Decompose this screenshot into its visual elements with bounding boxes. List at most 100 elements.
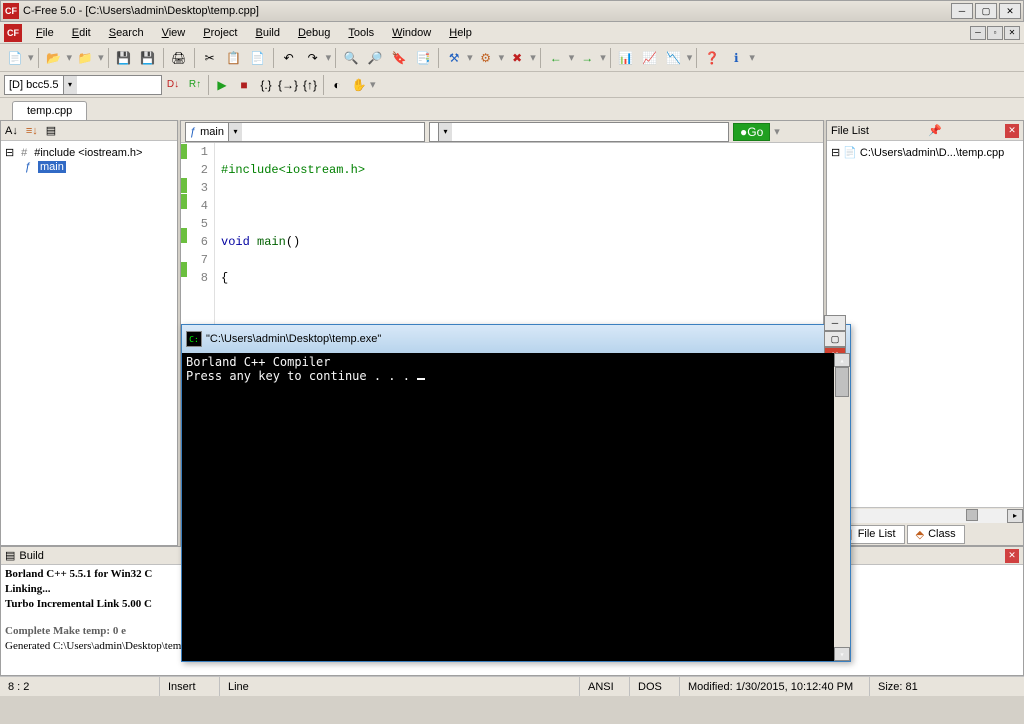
forward-button[interactable]: → (576, 47, 598, 69)
console-icon: C: (186, 331, 202, 347)
mdi-close-button[interactable]: ✕ (1004, 26, 1020, 40)
tree-main[interactable]: ƒ main (5, 160, 173, 174)
tab-temp-cpp[interactable]: temp.cpp (12, 101, 87, 120)
function-icon: ƒ (21, 161, 35, 173)
debug-toolbar: [D] bcc5.5 ▾ D↓ R↑ ▶ ■ {.} {→} {↑} ◐ ✋ ▾ (0, 72, 1024, 98)
status-insert: Insert (160, 677, 220, 696)
rebuild-button[interactable]: ⚙ (475, 47, 497, 69)
mdi-minimize-button[interactable]: ─ (970, 26, 986, 40)
release-config-button[interactable]: R↑ (184, 74, 206, 96)
pin-icon[interactable]: 📌 (928, 124, 942, 137)
print-button[interactable]: 🖨 (168, 47, 190, 69)
menu-debug[interactable]: Debug (290, 25, 338, 41)
close-button[interactable]: ✕ (999, 3, 1021, 19)
menu-file[interactable]: FFileile (28, 25, 62, 41)
console-output[interactable]: Borland C++ Compiler Press any key to co… (182, 353, 850, 661)
file-list-title: File List (831, 125, 869, 137)
file-icon: 📄 (843, 146, 857, 159)
app-titlebar: CF C-Free 5.0 - [C:\Users\admin\Desktop\… (0, 0, 1024, 22)
menu-help[interactable]: Help (441, 25, 480, 41)
scroll-down-button[interactable]: ▾ (834, 647, 850, 661)
tree-include[interactable]: ⊟ # #include <iostream.h> (5, 145, 173, 160)
file-row[interactable]: ⊟ 📄 C:\Users\admin\D...\temp.cpp (831, 145, 1019, 160)
class-icon: ⬘ (916, 528, 924, 541)
symbol-nav: ƒ main ▾ ▾ ● Go ▾ (181, 121, 823, 143)
tool1-button[interactable]: 📊 (615, 47, 637, 69)
include-label: #include <iostream.h> (34, 147, 142, 159)
status-position: 8 : 2 (0, 677, 160, 696)
mdi-restore-button[interactable]: ▫ (987, 26, 1003, 40)
clean-button[interactable]: ✖ (506, 47, 528, 69)
menu-view[interactable]: View (154, 25, 194, 41)
menubar: CF FFileile Edit Search View Project Bui… (0, 22, 1024, 44)
doc-icon: CF (4, 24, 22, 42)
bookmark-button[interactable]: 🔖 (388, 47, 410, 69)
console-title-text: "C:\Users\admin\Desktop\temp.exe" (206, 333, 381, 345)
find-files-button[interactable]: 🔎 (364, 47, 386, 69)
close-build-button[interactable]: ✕ (1005, 549, 1019, 563)
help-button[interactable]: ❓ (701, 47, 723, 69)
tab-class[interactable]: ⬘ Class (907, 525, 965, 544)
status-size: Size: 81 (870, 677, 1024, 696)
run-button[interactable]: ▶ (211, 74, 233, 96)
dropdown-icon: ▾ (63, 76, 77, 94)
collapse-icon: ⊟ (5, 146, 14, 159)
goto-button[interactable]: 📑 (412, 47, 434, 69)
sort-az-icon[interactable]: A↓ (5, 125, 18, 137)
find-button[interactable]: 🔍 (340, 47, 362, 69)
debug-config-button[interactable]: D↓ (162, 74, 184, 96)
save-all-button[interactable]: 💾 (137, 47, 159, 69)
nav-combo2[interactable]: ▾ (429, 122, 729, 142)
file-path: C:\Users\admin\D...\temp.cpp (860, 147, 1004, 159)
step-into-button[interactable]: {.} (255, 74, 277, 96)
app-icon: CF (3, 3, 19, 19)
step-over-button[interactable]: {→} (277, 74, 299, 96)
save-button[interactable]: 💾 (113, 47, 135, 69)
open-button[interactable]: 📂 (43, 47, 65, 69)
cut-button[interactable]: ✂ (199, 47, 221, 69)
h-scrollbar[interactable]: ◂ ▸ (827, 507, 1023, 523)
right-panel-tabs: 📋 File List ⬘ Class (827, 523, 1023, 545)
breakpoint-button[interactable]: ◐ (326, 74, 348, 96)
about-button[interactable]: ℹ (725, 47, 747, 69)
build-button[interactable]: ⚒ (443, 47, 465, 69)
tree-view-icon[interactable]: ▤ (46, 124, 56, 137)
back-button[interactable]: ← (545, 47, 567, 69)
undo-button[interactable]: ↶ (278, 47, 300, 69)
menu-project[interactable]: Project (195, 25, 245, 41)
status-encoding: ANSI (580, 677, 630, 696)
step-out-button[interactable]: {↑} (299, 74, 321, 96)
scroll-up-button[interactable]: ▴ (834, 353, 850, 367)
close-panel-button[interactable]: ✕ (1005, 124, 1019, 138)
go-button[interactable]: ● Go (733, 123, 770, 141)
open-project-button[interactable]: 📁 (74, 47, 96, 69)
menu-edit[interactable]: Edit (64, 25, 99, 41)
menu-window[interactable]: Window (384, 25, 439, 41)
minimize-button[interactable]: ─ (951, 3, 973, 19)
compiler-combo[interactable]: [D] bcc5.5 ▾ (4, 75, 162, 95)
paste-button[interactable]: 📄 (247, 47, 269, 69)
menu-build[interactable]: Build (248, 25, 288, 41)
menu-search[interactable]: Search (101, 25, 152, 41)
console-window[interactable]: C: "C:\Users\admin\Desktop\temp.exe" ─ ▢… (181, 324, 851, 662)
tool3-button[interactable]: 📉 (663, 47, 685, 69)
console-scrollbar[interactable]: ▴ ▾ (834, 353, 850, 661)
pause-button[interactable]: ✋ (348, 74, 370, 96)
console-maximize-button[interactable]: ▢ (824, 331, 846, 347)
console-titlebar[interactable]: C: "C:\Users\admin\Desktop\temp.exe" ─ ▢… (182, 325, 850, 353)
maximize-button[interactable]: ▢ (975, 3, 997, 19)
symbol-combo[interactable]: ƒ main ▾ (185, 122, 425, 142)
redo-button[interactable]: ↷ (302, 47, 324, 69)
tool2-button[interactable]: 📈 (639, 47, 661, 69)
console-minimize-button[interactable]: ─ (824, 315, 846, 331)
sort-line-icon[interactable]: ≡↓ (26, 125, 38, 137)
file-list-panel: File List 📌 ✕ ⊟ 📄 C:\Users\admin\D...\te… (826, 120, 1024, 546)
stop-button[interactable]: ■ (233, 74, 255, 96)
new-file-button[interactable]: 📄 (4, 47, 26, 69)
menu-tools[interactable]: Tools (340, 25, 382, 41)
collapse-icon: ⊟ (831, 146, 840, 159)
copy-button[interactable]: 📋 (223, 47, 245, 69)
scroll-right-button[interactable]: ▸ (1007, 509, 1023, 523)
build-icon: ▤ (5, 549, 15, 562)
main-label: main (38, 161, 66, 173)
